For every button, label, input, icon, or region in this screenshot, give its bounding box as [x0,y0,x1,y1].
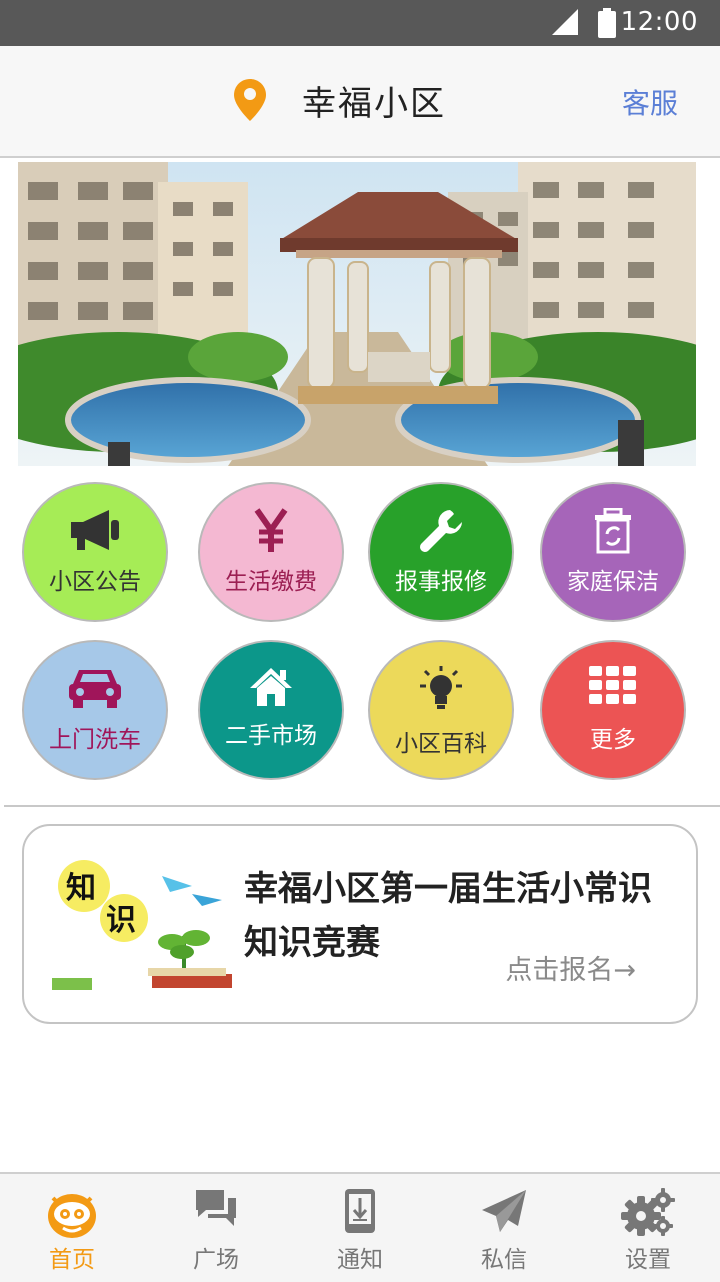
wrench-icon [420,510,462,552]
megaphone-icon [71,510,119,550]
phone-download-icon [345,1189,375,1233]
service-label: 更多 [590,727,636,753]
service-label: 家庭保洁 [567,569,659,595]
service-payment-button[interactable]: 生活缴费 [198,482,344,622]
service-label: 报事报修 [395,569,487,595]
status-time: 12:00 [620,7,698,37]
status-bar: 12:00 [0,0,720,46]
battery-icon [598,8,616,38]
service-label: 生活缴费 [225,569,317,595]
yen-icon [254,508,288,552]
service-label: 小区公告 [49,569,141,595]
tab-label: 广场 [193,1247,239,1273]
tab-label: 设置 [625,1247,671,1273]
tab-settings[interactable]: 设置 [576,1174,720,1282]
chat-bubbles-icon [196,1190,236,1226]
map-pin-icon[interactable] [234,79,266,121]
service-label: 上门洗车 [49,727,141,753]
recycle-bin-icon [595,508,631,554]
mascot-icon [48,1194,96,1238]
section-divider [4,805,720,807]
service-repair-button[interactable]: 报事报修 [368,482,514,622]
service-carwash-button[interactable]: 上门洗车 [22,640,168,780]
tab-label: 通知 [337,1247,383,1273]
signal-icon [552,9,578,35]
service-market-button[interactable]: 二手市场 [198,640,344,780]
service-notice-button[interactable]: 小区公告 [22,482,168,622]
knowledge-thumbnail: 知 识 [52,860,232,990]
house-icon [250,668,292,706]
thumb-char-2: 识 [106,903,136,938]
tab-label: 私信 [481,1247,527,1273]
thumb-char-1: 知 [66,871,96,906]
lightbulb-icon [420,666,462,709]
paper-plane-icon [482,1190,526,1232]
service-cleaning-button[interactable]: 家庭保洁 [540,482,686,622]
tab-square[interactable]: 广场 [144,1174,288,1282]
service-wiki-button[interactable]: 小区百科 [368,640,514,780]
car-icon [69,670,121,708]
tab-notice[interactable]: 通知 [288,1174,432,1282]
promo-signup-link[interactable]: 点击报名→ [505,948,636,987]
app-header: 幸福小区 客服 [0,46,720,158]
community-title[interactable]: 幸福小区 [302,76,446,125]
customer-service-link[interactable]: 客服 [622,82,678,122]
banner-image[interactable] [18,162,696,466]
service-label: 二手市场 [225,723,317,749]
promo-card[interactable]: 知 识 幸福小区第一届生活小常识知识竞赛 点击报名→ [22,824,698,1024]
grid-icon [589,666,636,704]
bottom-tab-bar: 首页 广场 通知 私信 设置 [0,1172,720,1282]
tab-home[interactable]: 首页 [0,1174,144,1282]
service-more-button[interactable]: 更多 [540,640,686,780]
tab-label: 首页 [49,1247,95,1273]
service-label: 小区百科 [395,731,487,757]
gears-icon [621,1188,675,1236]
tab-message[interactable]: 私信 [432,1174,576,1282]
